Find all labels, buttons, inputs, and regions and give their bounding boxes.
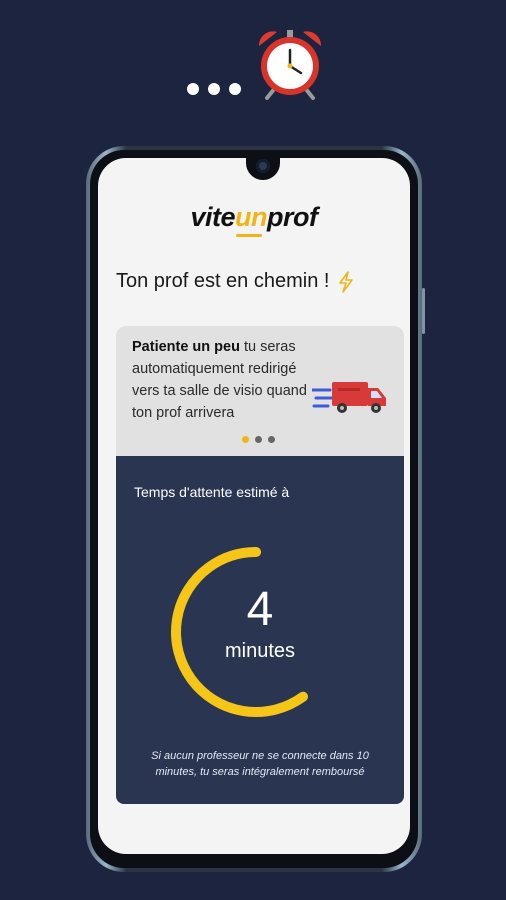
logo-part-un: un — [235, 202, 268, 232]
alarm-clock-icon — [258, 30, 322, 100]
logo-underline — [236, 234, 262, 237]
pager-dot[interactable] — [255, 436, 262, 443]
wait-time-value: 4 — [246, 583, 274, 636]
refund-note: Si aucun professeur ne se connecte dans … — [151, 750, 369, 778]
carousel-pager[interactable] — [242, 436, 275, 443]
delivery-truck-icon — [312, 382, 386, 413]
app-screen: viteunprof Ton prof est en chemin ! Pati… — [98, 158, 410, 854]
page-title: Ton prof est en chemin ! — [116, 270, 355, 293]
front-camera-icon — [256, 159, 270, 173]
info-card[interactable]: Patiente un peu tu seras automatiquement… — [116, 326, 404, 456]
camera-notch — [246, 158, 280, 180]
pager-dot-active[interactable] — [242, 436, 249, 443]
phone-frame: viteunprof Ton prof est en chemin ! Pati… — [86, 146, 425, 872]
promo-stage: viteunprof Ton prof est en chemin ! Pati… — [0, 0, 506, 900]
logo-part-prof: prof — [267, 202, 318, 232]
brand-logo: viteunprof — [98, 202, 410, 233]
wait-time-unit: minutes — [224, 640, 296, 662]
info-card-bold-text: Patiente un peu — [132, 339, 240, 355]
lightning-icon — [339, 270, 354, 293]
info-card-message: Patiente un peu tu seras automatiquement… — [132, 336, 322, 424]
wait-time-card: Temps d'attente estimé à 4 minutes Si au… — [116, 456, 404, 804]
ellipsis-dots-icon — [187, 83, 241, 95]
logo-part-vite: vite — [190, 202, 236, 232]
wait-time-label: Temps d'attente estimé à — [134, 484, 290, 500]
pager-dot[interactable] — [268, 436, 275, 443]
page-title-text: Ton prof est en chemin ! — [116, 270, 330, 292]
phone-side-button — [422, 288, 425, 334]
